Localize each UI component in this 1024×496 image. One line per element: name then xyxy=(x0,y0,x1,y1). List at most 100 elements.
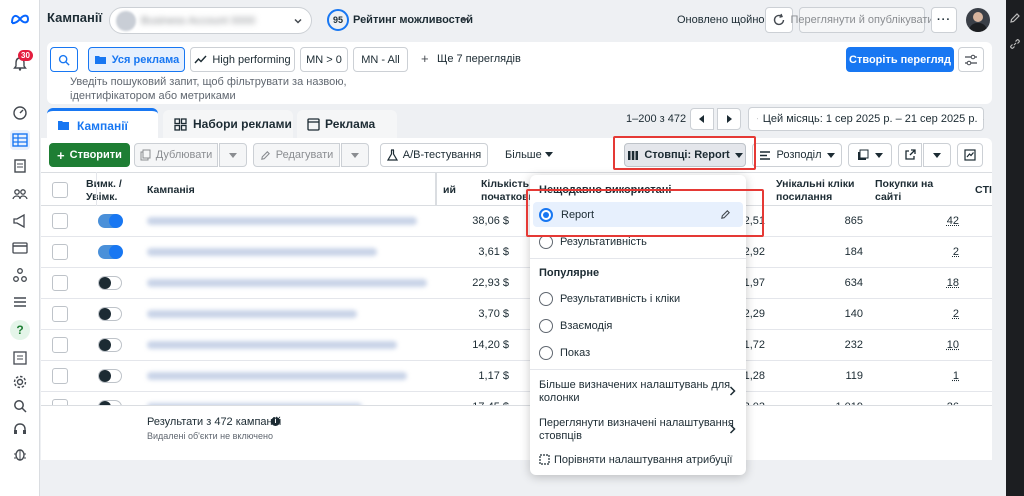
menu-item-impressions[interactable]: Показ xyxy=(560,347,590,359)
create-view-button[interactable]: Створіть перегляд xyxy=(846,47,954,72)
results-radio[interactable] xyxy=(539,235,553,249)
search-placeholder-line1[interactable]: Уведіть пошуковий запит, щоб фільтрувати… xyxy=(70,76,347,88)
columns-button[interactable]: Стовпці: Report xyxy=(624,143,746,167)
date-range-picker[interactable]: Цей місяць: 1 сер 2025 р. – 21 сер 2025 … xyxy=(748,107,984,131)
delivery-toggle[interactable] xyxy=(98,214,123,228)
impressions-radio[interactable] xyxy=(539,346,553,360)
menu-item-report[interactable]: Report xyxy=(533,202,743,227)
support-headset-icon[interactable] xyxy=(10,420,30,440)
bug-report-icon[interactable] xyxy=(10,444,30,464)
campaign-name[interactable] xyxy=(147,341,397,349)
purchases-cell[interactable]: 1 xyxy=(901,370,959,382)
settings-gear-icon[interactable] xyxy=(10,372,30,392)
delivery-toggle[interactable] xyxy=(98,276,122,290)
table-row[interactable]: 3,61 $2,92 184 2 xyxy=(41,237,992,268)
tab-campaigns[interactable]: Кампанії xyxy=(47,108,158,140)
tab-ad-sets[interactable]: Набори реклами xyxy=(163,110,293,140)
edit-button[interactable]: Редагувати xyxy=(253,143,340,167)
create-button[interactable]: + Створити xyxy=(49,143,130,167)
opportunity-score-badge[interactable]: 95 xyxy=(327,9,349,31)
meta-logo-icon[interactable] xyxy=(10,9,30,29)
more-views-link[interactable]: Ще 7 переглядів xyxy=(437,53,521,65)
campaign-name[interactable] xyxy=(147,248,377,256)
campaign-name[interactable] xyxy=(147,279,427,287)
view-high-performing[interactable]: High performing xyxy=(190,47,295,72)
reports-icon[interactable] xyxy=(10,348,30,368)
delivery-toggle[interactable] xyxy=(98,245,123,259)
more-options-button[interactable]: ··· xyxy=(931,7,957,33)
menu-item-view-presets[interactable]: Переглянути визначені налаштування xyxy=(539,417,734,429)
search-button[interactable] xyxy=(50,47,78,72)
audiences-icon[interactable] xyxy=(10,184,30,204)
next-page-button[interactable] xyxy=(717,108,741,130)
menu-item-engagement[interactable]: Взаємодія xyxy=(560,320,612,332)
menu-item-view-presets-line2[interactable]: стовпців xyxy=(539,430,582,442)
pages-icon[interactable] xyxy=(10,156,30,176)
column-unique-clicks-header[interactable]: Унікальні кліки посилання xyxy=(776,178,866,204)
table-row[interactable]: 3,70 $2,29 140 2 xyxy=(41,299,992,330)
view-mn-all[interactable]: MN - All xyxy=(353,47,408,72)
column-spend-header[interactable]: ий xyxy=(443,184,456,197)
ab-test-button[interactable]: A/B-тестування xyxy=(380,143,488,167)
menu-item-more-presets-line2[interactable]: колонки xyxy=(539,392,580,404)
opportunity-score-label[interactable]: Рейтинг можливостей xyxy=(353,14,473,26)
search-placeholder-line2[interactable]: ідентифікатором або метриками xyxy=(70,90,236,102)
menu-icon[interactable] xyxy=(10,292,30,312)
view-settings-button[interactable] xyxy=(958,47,984,72)
edit-pencil-icon[interactable] xyxy=(1009,12,1021,24)
row-checkbox[interactable] xyxy=(52,244,68,260)
reports-button[interactable] xyxy=(848,143,892,167)
info-icon[interactable]: i xyxy=(271,417,280,426)
campaigns-table-icon[interactable] xyxy=(10,130,30,150)
purchases-cell[interactable]: 2 xyxy=(901,246,959,258)
view-mn-gt-0[interactable]: MN > 0 xyxy=(300,47,348,72)
row-checkbox[interactable] xyxy=(52,368,68,384)
campaign-name[interactable] xyxy=(147,310,357,318)
export-button[interactable] xyxy=(898,143,922,167)
table-row[interactable]: 22,93 $1,97 634 18 xyxy=(41,268,992,299)
prev-page-button[interactable] xyxy=(690,108,714,130)
charts-button[interactable] xyxy=(957,143,983,167)
export-dropdown[interactable] xyxy=(923,143,951,167)
column-campaign-header[interactable]: Кампанія xyxy=(147,184,195,197)
report-radio[interactable] xyxy=(539,208,553,222)
account-selector[interactable]: Business Account 0000 xyxy=(109,7,312,34)
duplicate-button[interactable]: Дублювати xyxy=(134,143,218,167)
campaign-name[interactable] xyxy=(147,372,407,380)
delivery-toggle[interactable] xyxy=(98,338,122,352)
row-checkbox[interactable] xyxy=(52,306,68,322)
select-all-checkbox[interactable] xyxy=(52,182,68,198)
purchases-cell[interactable]: 10 xyxy=(901,339,959,351)
column-purchases-header[interactable]: Покупки на сайті xyxy=(875,178,950,204)
delivery-toggle[interactable] xyxy=(98,369,122,383)
purchases-cell[interactable]: 2 xyxy=(901,308,959,320)
menu-item-compare-attribution[interactable]: Порівняти налаштування атрибуції xyxy=(554,454,732,466)
campaign-name[interactable] xyxy=(147,217,417,225)
link-icon[interactable] xyxy=(1009,38,1021,50)
avatar[interactable] xyxy=(966,8,990,32)
dashboard-icon[interactable] xyxy=(10,102,30,122)
search-icon[interactable] xyxy=(10,396,30,416)
purchases-cell[interactable]: 42 xyxy=(901,215,959,227)
menu-item-results-clicks[interactable]: Результативність і кліки xyxy=(560,293,680,305)
menu-item-more-presets[interactable]: Більше визначених налаштувань для xyxy=(539,379,730,391)
row-checkbox[interactable] xyxy=(52,337,68,353)
table-row[interactable]: 1,17 $1,28 119 1 xyxy=(41,361,992,392)
row-checkbox[interactable] xyxy=(52,213,68,229)
table-row[interactable]: 14,20 $1,72 232 10 xyxy=(41,330,992,361)
tab-ads[interactable]: Реклама xyxy=(297,110,397,140)
plus-icon[interactable]: + xyxy=(421,51,429,66)
business-network-icon[interactable] xyxy=(10,265,30,285)
purchases-cell[interactable]: 18 xyxy=(901,277,959,289)
engagement-radio[interactable] xyxy=(539,319,553,333)
more-actions-button[interactable]: Більше xyxy=(505,149,542,161)
review-publish-button[interactable]: Переглянути й опублікувати xyxy=(791,7,934,33)
billing-card-icon[interactable] xyxy=(10,238,30,258)
megaphone-icon[interactable] xyxy=(10,211,30,231)
results-clicks-radio[interactable] xyxy=(539,292,553,306)
chevron-down-icon[interactable] xyxy=(460,14,470,24)
refresh-button[interactable] xyxy=(765,7,793,33)
help-icon[interactable]: ? xyxy=(10,320,30,340)
column-cti-header[interactable]: CTI xyxy=(975,184,992,197)
edit-dropdown[interactable] xyxy=(341,143,369,167)
